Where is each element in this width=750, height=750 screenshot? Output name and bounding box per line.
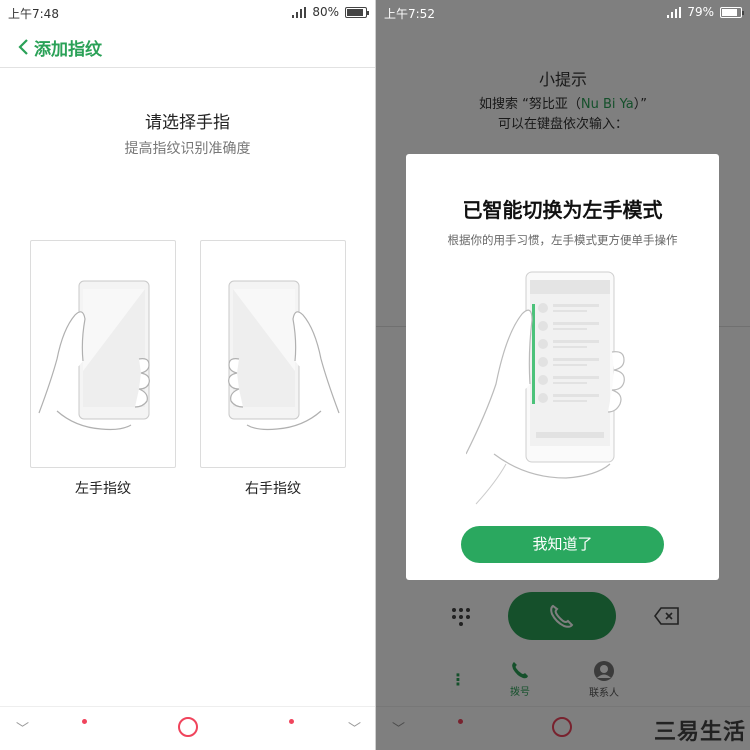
status-time: 上午7:48 — [8, 7, 59, 21]
battery-percent: 80% — [312, 5, 339, 19]
battery-icon — [720, 6, 744, 18]
nav-chevron-down-icon[interactable]: ﹀ — [348, 718, 361, 737]
nav-chevron-down-icon[interactable]: ﹀ — [16, 718, 29, 737]
signal-icon — [667, 6, 682, 18]
left-hand-phone-illustration — [466, 271, 625, 505]
screenshot-root: 上午7:48 80% 添加指纹 请选择手指 提高指纹识别准确度 左手指纹 右手指… — [0, 0, 750, 750]
status-bar: 上午7:52 79% — [376, 0, 750, 26]
section-subheading: 提高指纹识别准确度 — [124, 141, 251, 157]
nav-home-ring-icon[interactable] — [178, 717, 198, 737]
battery-percent: 79% — [687, 5, 714, 19]
nav-back-dot-icon[interactable] — [82, 719, 87, 724]
system-nav-bar: ﹀ ﹀ — [0, 706, 375, 750]
page-title: 添加指纹 — [34, 40, 102, 60]
status-time: 上午7:52 — [384, 7, 435, 21]
app-header: 添加指纹 — [0, 26, 375, 68]
right-hand-label: 右手指纹 — [245, 481, 301, 497]
left-hand-phone-illustration — [38, 280, 150, 431]
got-it-button[interactable]: 我知道了 — [461, 526, 664, 563]
status-icons: 80% — [292, 5, 369, 19]
right-hand-card[interactable] — [200, 240, 346, 468]
left-hand-card[interactable] — [30, 240, 176, 468]
left-hand-label: 左手指纹 — [75, 481, 131, 497]
dialer-screen: 小提示 如搜索 “努比亚（Nu Bi Ya）” 可以在键盘依次输入： ⋮ 拨号 … — [376, 0, 750, 750]
status-bar: 上午7:48 80% — [0, 0, 375, 26]
dialog-subtitle: 根据你的用手习惯，左手模式更方便单手操作 — [447, 233, 678, 247]
nav-recents-dot-icon[interactable] — [289, 719, 294, 724]
dialog-title: 已智能切换为左手模式 — [462, 198, 663, 222]
status-icons: 79% — [667, 5, 744, 19]
signal-icon — [292, 6, 307, 18]
back-button[interactable] — [14, 36, 36, 58]
fingerprint-select-screen: 上午7:48 80% 添加指纹 请选择手指 提高指纹识别准确度 左手指纹 右手指… — [0, 0, 375, 750]
chevron-left-icon — [18, 39, 28, 55]
watermark-logo: 三易生活 — [653, 720, 746, 745]
battery-icon — [345, 6, 369, 18]
left-hand-mode-dialog: 已智能切换为左手模式 根据你的用手习惯，左手模式更方便单手操作 我知道了 — [406, 154, 719, 580]
section-heading: 请选择手指 — [145, 113, 230, 133]
right-hand-phone-illustration — [228, 280, 340, 431]
